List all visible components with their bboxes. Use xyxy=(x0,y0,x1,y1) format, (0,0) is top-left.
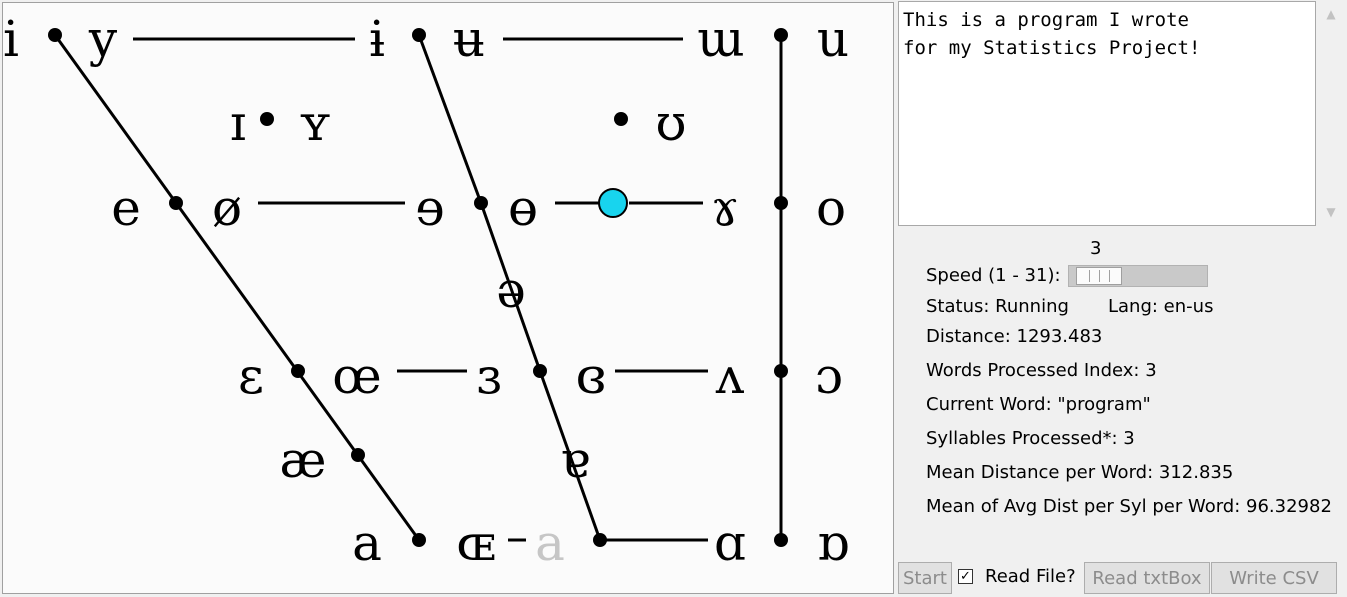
vowel-symbol: y xyxy=(88,10,118,68)
status-text: Status: Running xyxy=(926,296,1069,317)
text-box[interactable]: This is a program I wrote for my Statist… xyxy=(898,1,1316,226)
vowel-symbol: ɵ xyxy=(508,179,538,237)
vowel-symbol: ɑ xyxy=(714,514,746,572)
speed-label: Speed (1 - 31): xyxy=(926,265,1061,286)
vowel-symbol: a xyxy=(352,514,382,572)
read-file-label: Read File? xyxy=(985,566,1076,587)
vowel-symbol: ɤ xyxy=(711,179,739,237)
current-word-text: Current Word: "program" xyxy=(926,394,1151,415)
vowel-point-dot xyxy=(533,364,547,378)
distance-text: Distance: 1293.483 xyxy=(926,326,1103,347)
textbox-scrollbar[interactable]: ▲ ▼ xyxy=(1316,1,1346,226)
vowel-symbol: ɜ xyxy=(476,347,501,405)
speed-slider-thumb[interactable] xyxy=(1076,267,1122,285)
vowel-symbol: ɛ xyxy=(238,347,264,405)
vowel-symbol: o xyxy=(816,179,846,237)
vowel-symbol: ɘ xyxy=(415,179,445,237)
grip-line xyxy=(1109,270,1110,282)
vowel-symbol: e xyxy=(111,179,141,237)
current-position-marker xyxy=(598,188,628,218)
vowel-symbol: ɨ xyxy=(369,10,385,68)
lang-text: Lang: en-us xyxy=(1108,296,1214,317)
vowel-point-dot xyxy=(412,28,426,42)
mean-avg-dist-text: Mean of Avg Dist per Syl per Word: 96.32… xyxy=(926,496,1332,517)
vowel-point-dot xyxy=(593,533,607,547)
vowel-point-dot xyxy=(48,28,62,42)
vowel-point-dot xyxy=(774,28,788,42)
vowel-point-dot xyxy=(260,112,274,126)
vowel-symbol: ʉ xyxy=(453,10,485,68)
vowel-point-dot xyxy=(774,364,788,378)
vowel-point-dot xyxy=(412,533,426,547)
vowel-symbol: ʏ xyxy=(299,94,332,152)
start-button[interactable]: Start xyxy=(898,562,952,594)
syllables-processed-text: Syllables Processed*: 3 xyxy=(926,428,1135,449)
vowel-point-dot xyxy=(774,196,788,210)
vowel-symbol: ɶ xyxy=(456,514,496,572)
words-processed-text: Words Processed Index: 3 xyxy=(926,360,1157,381)
vowel-symbol: i xyxy=(3,10,19,68)
read-file-checkbox[interactable]: ✓ Read File? xyxy=(958,566,1076,587)
vowel-symbol: ø xyxy=(212,179,242,237)
vowel-symbol: ɯ xyxy=(697,10,744,68)
read-txtbox-button[interactable]: Read txtBox xyxy=(1084,562,1210,594)
vowel-symbol: œ xyxy=(332,347,381,405)
vowel-symbol: ɒ xyxy=(817,514,849,572)
vowel-symbol: ɞ xyxy=(576,347,607,405)
vowel-symbol: ɔ xyxy=(815,347,843,405)
scroll-up-icon[interactable]: ▲ xyxy=(1316,3,1346,25)
speed-slider[interactable] xyxy=(1068,265,1208,287)
write-csv-button[interactable]: Write CSV xyxy=(1211,562,1337,594)
vowel-chart-panel: iyɨʉɯuɪʏʊeøɘɵɤoəɛœɜɞʌɔæɐaɶaɑɒ xyxy=(2,2,894,594)
grip-line xyxy=(1089,270,1090,282)
mean-distance-text: Mean Distance per Word: 312.835 xyxy=(926,462,1234,483)
vowel-symbol: ʌ xyxy=(715,347,745,405)
vowel-point-dot xyxy=(474,196,488,210)
vowel-symbol: ɪ xyxy=(230,94,246,152)
vowel-point-dot xyxy=(169,196,183,210)
vowel-symbol: u xyxy=(817,10,849,68)
speed-value: 3 xyxy=(1090,238,1102,259)
vowel-symbol: ɐ xyxy=(560,431,590,489)
scroll-down-icon[interactable]: ▼ xyxy=(1316,201,1346,223)
vowel-symbol: ʊ xyxy=(655,94,686,152)
vowel-chart: i y ɨ ʉ ɯ uɪ ʏ ʊe ø ɘ ɵ ɤ oəɛ œ ɜ ɞ ʌ ɔæ ɐa ɶ a ɑ ɒ xyxy=(3,10,849,572)
vowel-point-dot xyxy=(291,364,305,378)
vowel-symbol: ə xyxy=(496,261,526,319)
vowel-point-dot xyxy=(614,112,628,126)
vowel-point-dot xyxy=(351,448,365,462)
vowel-symbol: a xyxy=(535,514,565,572)
vowel-point-dot xyxy=(774,533,788,547)
grip-line xyxy=(1099,270,1100,282)
checkbox-check-icon[interactable]: ✓ xyxy=(958,569,973,584)
vowel-symbol: æ xyxy=(280,431,327,489)
